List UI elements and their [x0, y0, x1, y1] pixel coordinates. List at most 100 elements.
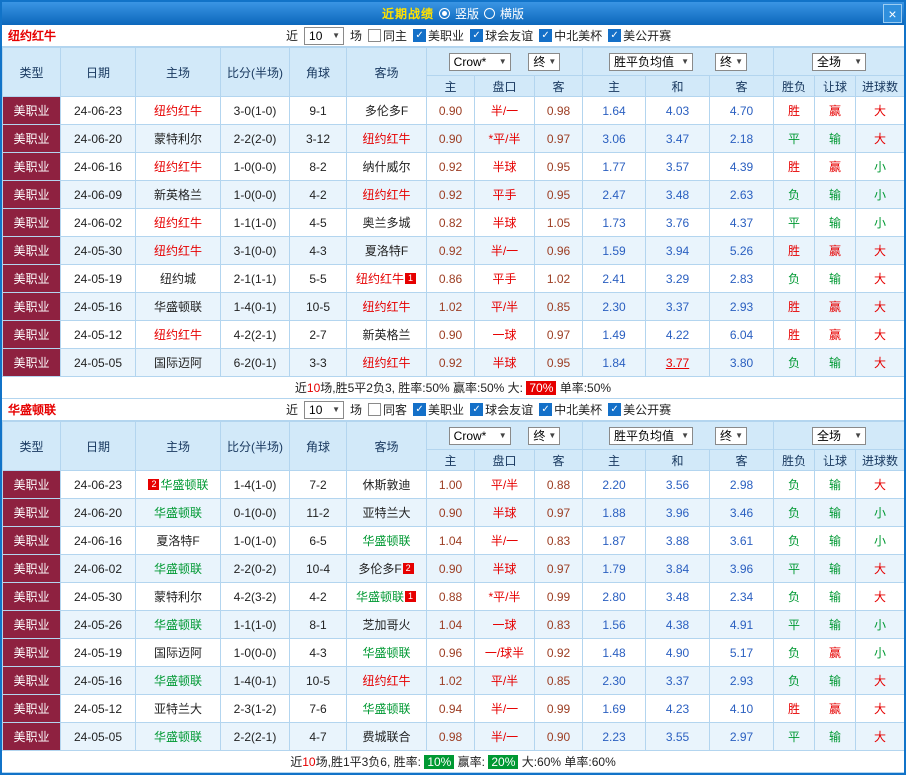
corner-cell: 4-2 — [290, 583, 347, 611]
column-header: 角球 — [290, 48, 347, 97]
euro-odds-cell: 1.56 — [583, 611, 646, 639]
radio-horizontal-label: 横版 — [500, 5, 524, 22]
handicap-cell: 半球 — [475, 153, 535, 181]
sub-column-header: 和 — [646, 450, 710, 471]
result-cell: 负 — [774, 471, 815, 499]
match-row: 美职业24-05-19国际迈阿1-0(0-0)4-3华盛顿联0.96一/球半0.… — [3, 639, 905, 667]
date-cell: 24-06-09 — [61, 181, 136, 209]
handicap-cell: 一球 — [475, 321, 535, 349]
corner-cell: 3-3 — [290, 349, 347, 377]
radio-vertical-layout[interactable] — [439, 8, 450, 19]
league-cell: 美职业 — [3, 527, 61, 555]
team-name: 多伦多F — [365, 104, 408, 118]
date-cell: 24-06-16 — [61, 527, 136, 555]
final-odds-select[interactable]: 终▼ — [528, 427, 560, 445]
crown-away-odds-cell: 0.95 — [535, 349, 583, 377]
corner-cell: 4-3 — [290, 237, 347, 265]
euro-odds-cell: 3.46 — [710, 499, 774, 527]
league-cell: 美职业 — [3, 471, 61, 499]
checkbox[interactable]: ✓ — [539, 403, 552, 416]
euro-odds-cell: 4.10 — [710, 695, 774, 723]
filter-美职业[interactable]: ✓美职业 — [413, 401, 464, 418]
column-header: 类型 — [3, 48, 61, 97]
recent-matches-table: 类型日期主场比分(半场)角球客场Crow*▼终▼胜平负均值▼终▼全场▼主盘口客主… — [2, 421, 905, 751]
checkbox[interactable] — [368, 403, 381, 416]
checkbox[interactable]: ✓ — [470, 29, 483, 42]
filter-美公开赛[interactable]: ✓美公开赛 — [608, 401, 671, 418]
summary-row: 近10场,胜1平3负6, 胜率: 10% 赢率: 20% 大:60% 单率:60… — [2, 751, 904, 773]
final-odds-select-value: 终 — [720, 427, 732, 444]
home-team-cell: 亚特兰大 — [136, 695, 221, 723]
crown-home-odds-cell: 1.02 — [427, 293, 475, 321]
result-cell: 胜 — [774, 293, 815, 321]
crown-home-odds-cell: 0.90 — [427, 125, 475, 153]
odds-company-select[interactable]: Crow*▼ — [449, 427, 511, 445]
corner-cell: 4-7 — [290, 723, 347, 751]
home-team-cell: 蒙特利尔 — [136, 583, 221, 611]
home-team-cell: 华盛顿联 — [136, 293, 221, 321]
team-name: 蒙特利尔 — [154, 590, 202, 604]
league-cell: 美职业 — [3, 723, 61, 751]
euro-average-select[interactable]: 胜平负均值▼ — [609, 427, 693, 445]
checkbox[interactable]: ✓ — [413, 403, 426, 416]
sub-column-header: 让球 — [815, 450, 856, 471]
games-count-select[interactable]: 10▼ — [304, 27, 344, 45]
checkbox[interactable]: ✓ — [539, 29, 552, 42]
handicap-cell: 一球 — [475, 611, 535, 639]
close-icon[interactable]: × — [883, 4, 902, 23]
filter-中北美杯[interactable]: ✓中北美杯 — [539, 27, 602, 44]
chevron-down-icon: ▼ — [332, 406, 340, 414]
filter-球会友谊[interactable]: ✓球会友谊 — [470, 27, 533, 44]
summary-text: 10% — [424, 755, 454, 769]
euro-odds-cell: 3.48 — [646, 583, 710, 611]
checkbox[interactable]: ✓ — [470, 403, 483, 416]
checkbox[interactable]: ✓ — [413, 29, 426, 42]
handicap-result-cell: 输 — [815, 611, 856, 639]
match-row: 美职业24-06-20华盛顿联0-1(0-0)11-2亚特兰大0.90半球0.9… — [3, 499, 905, 527]
chevron-down-icon: ▼ — [548, 58, 556, 66]
score-cell: 3-0(1-0) — [221, 97, 290, 125]
euro-odds-cell: 2.83 — [710, 265, 774, 293]
match-row: 美职业24-06-23纽约红牛3-0(1-0)9-1多伦多F0.90半/一0.9… — [3, 97, 905, 125]
summary-text: 大:60% 单率:60% — [518, 753, 615, 770]
date-cell: 24-05-30 — [61, 583, 136, 611]
filter-美职业[interactable]: ✓美职业 — [413, 27, 464, 44]
checkbox[interactable] — [368, 29, 381, 42]
checkbox[interactable]: ✓ — [608, 403, 621, 416]
fulltime-select[interactable]: 全场▼ — [812, 53, 866, 71]
goals-result-cell: 大 — [856, 723, 905, 751]
crown-home-odds-cell: 0.92 — [427, 153, 475, 181]
away-team-cell: 奥兰多城 — [347, 209, 427, 237]
euro-odds-cell: 4.70 — [710, 97, 774, 125]
final-odds-select[interactable]: 终▼ — [715, 427, 747, 445]
score-cell: 1-0(0-0) — [221, 181, 290, 209]
final-odds-select[interactable]: 终▼ — [715, 53, 747, 71]
games-count-select[interactable]: 10▼ — [304, 401, 344, 419]
filter-同主[interactable]: 同主 — [368, 27, 407, 44]
goals-result-cell: 大 — [856, 265, 905, 293]
result-cell: 胜 — [774, 237, 815, 265]
league-cell: 美职业 — [3, 583, 61, 611]
home-team-cell: 华盛顿联 — [136, 723, 221, 751]
final-odds-select[interactable]: 终▼ — [528, 53, 560, 71]
team-name: 休斯敦迪 — [362, 478, 410, 492]
checkbox-label: 球会友谊 — [485, 27, 533, 44]
odds-company-select[interactable]: Crow*▼ — [449, 53, 511, 71]
league-cell: 美职业 — [3, 611, 61, 639]
filter-同客[interactable]: 同客 — [368, 401, 407, 418]
radio-horizontal-layout[interactable] — [484, 8, 495, 19]
date-cell: 24-05-16 — [61, 667, 136, 695]
checkbox[interactable]: ✓ — [608, 29, 621, 42]
table-header-row: 类型日期主场比分(半场)角球客场Crow*▼终▼胜平负均值▼终▼全场▼ — [3, 48, 905, 76]
euro-average-select[interactable]: 胜平负均值▼ — [609, 53, 693, 71]
near-label: 近 — [286, 401, 298, 418]
handicap-cell: 半/一 — [475, 695, 535, 723]
filter-球会友谊[interactable]: ✓球会友谊 — [470, 401, 533, 418]
score-cell: 1-4(0-1) — [221, 667, 290, 695]
fulltime-select[interactable]: 全场▼ — [812, 427, 866, 445]
filter-美公开赛[interactable]: ✓美公开赛 — [608, 27, 671, 44]
crown-home-odds-cell: 0.92 — [427, 181, 475, 209]
filter-中北美杯[interactable]: ✓中北美杯 — [539, 401, 602, 418]
league-cell: 美职业 — [3, 349, 61, 377]
checkbox-label: 中北美杯 — [554, 401, 602, 418]
